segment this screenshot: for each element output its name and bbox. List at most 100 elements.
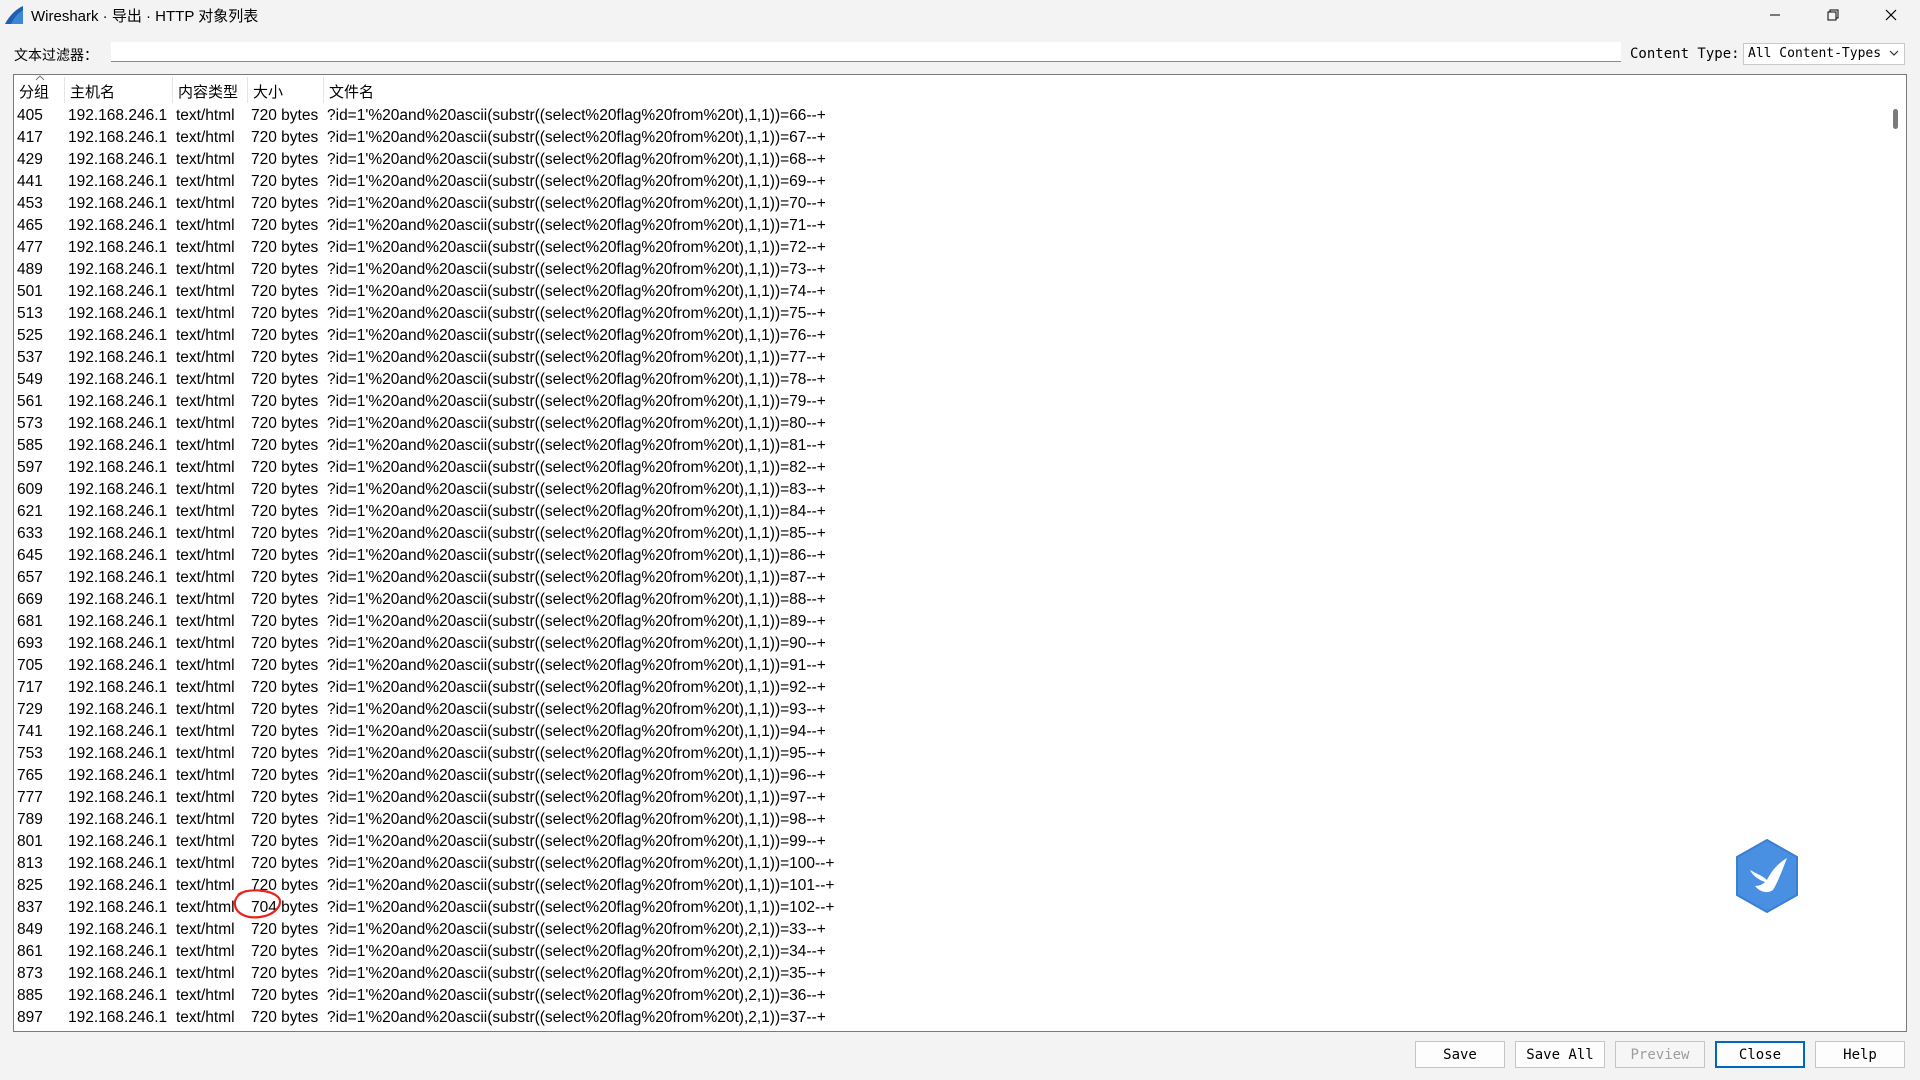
- table-row[interactable]: 633 192.168.246.1 text/html 720 bytes ?id=1'…: [14, 523, 1884, 545]
- table-row[interactable]: 705 192.168.246.1 text/html 720 bytes ?id=1'…: [14, 655, 1884, 677]
- cell-content-type: text/html: [176, 833, 235, 850]
- table-row[interactable]: 465 192.168.246.1 text/html 720 bytes ?id=1'…: [14, 215, 1884, 237]
- cell-filename: ?id=1'%20and%20ascii(substr((select%20fl…: [327, 107, 826, 124]
- table-row[interactable]: 417 192.168.246.1 text/html 720 bytes ?id=1'…: [14, 127, 1884, 149]
- column-separator[interactable]: [64, 77, 65, 103]
- table-row[interactable]: 549 192.168.246.1 text/html 720 bytes ?id=1'…: [14, 369, 1884, 391]
- restore-button[interactable]: [1804, 0, 1862, 30]
- table-row[interactable]: 609 192.168.246.1 text/html 720 bytes ?id=1'…: [14, 479, 1884, 501]
- cell-size: 720 bytes: [251, 921, 319, 938]
- cell-hostname: 192.168.246.1: [68, 569, 168, 586]
- cell-packet: 609: [17, 481, 43, 498]
- cell-size: 720 bytes: [251, 503, 319, 520]
- column-header-hostname[interactable]: 主机名: [70, 81, 115, 102]
- cell-content-type: text/html: [176, 305, 235, 322]
- table-row[interactable]: 693 192.168.246.1 text/html 720 bytes ?id=1'…: [14, 633, 1884, 655]
- cell-content-type: text/html: [176, 899, 235, 916]
- text-filter-input[interactable]: [111, 42, 1621, 62]
- column-separator[interactable]: [247, 77, 248, 103]
- table-row[interactable]: 489 192.168.246.1 text/html 720 bytes ?id=1'…: [14, 259, 1884, 281]
- title-bar: Wireshark · 导出 · HTTP 对象列表: [0, 0, 1920, 30]
- cell-content-type: text/html: [176, 239, 235, 256]
- table-row[interactable]: 801 192.168.246.1 text/html 720 bytes ?id=1'…: [14, 831, 1884, 853]
- column-separator[interactable]: [172, 77, 173, 103]
- table-row[interactable]: 645 192.168.246.1 text/html 720 bytes ?id=1'…: [14, 545, 1884, 567]
- table-row[interactable]: 885 192.168.246.1 text/html 720 bytes ?id=1'…: [14, 985, 1884, 1007]
- column-header-content-type[interactable]: 内容类型: [178, 81, 238, 102]
- table-row[interactable]: 813 192.168.246.1 text/html 720 bytes ?id=1'…: [14, 853, 1884, 875]
- cell-hostname: 192.168.246.1: [68, 129, 168, 146]
- table-row[interactable]: 621 192.168.246.1 text/html 720 bytes ?id=1'…: [14, 501, 1884, 523]
- table-row[interactable]: 849 192.168.246.1 text/html 720 bytes ?id=1'…: [14, 919, 1884, 941]
- column-header-packet[interactable]: 分组: [19, 81, 49, 102]
- cell-content-type: text/html: [176, 635, 235, 652]
- table-row[interactable]: 657 192.168.246.1 text/html 720 bytes ?id=1'…: [14, 567, 1884, 589]
- cell-size: 720 bytes: [251, 349, 319, 366]
- column-separator[interactable]: [323, 77, 324, 103]
- table-row[interactable]: 573 192.168.246.1 text/html 720 bytes ?id=1'…: [14, 413, 1884, 435]
- cell-content-type: text/html: [176, 657, 235, 674]
- table-row[interactable]: 525 192.168.246.1 text/html 720 bytes ?id=1'…: [14, 325, 1884, 347]
- table-row[interactable]: 681 192.168.246.1 text/html 720 bytes ?id=1'…: [14, 611, 1884, 633]
- vertical-scrollbar[interactable]: [1882, 75, 1906, 1031]
- preview-button[interactable]: Preview: [1615, 1041, 1705, 1068]
- table-row[interactable]: 477 192.168.246.1 text/html 720 bytes ?id=1'…: [14, 237, 1884, 259]
- table-row[interactable]: 729 192.168.246.1 text/html 720 bytes ?id=1'…: [14, 699, 1884, 721]
- http-object-list[interactable]: 分组 主机名 内容类型 大小 文件名 405 192.168.246.1 text/…: [13, 74, 1907, 1032]
- table-row[interactable]: 429 192.168.246.1 text/html 720 bytes ?id=1'…: [14, 149, 1884, 171]
- column-header-size[interactable]: 大小: [253, 81, 283, 102]
- save-all-button[interactable]: Save All: [1515, 1041, 1605, 1068]
- cell-hostname: 192.168.246.1: [68, 877, 168, 894]
- table-row[interactable]: 537 192.168.246.1 text/html 720 bytes ?id=1'…: [14, 347, 1884, 369]
- table-row[interactable]: 741 192.168.246.1 text/html 720 bytes ?id=1'…: [14, 721, 1884, 743]
- cell-packet: 789: [17, 811, 43, 828]
- cell-filename: ?id=1'%20and%20ascii(substr((select%20fl…: [327, 371, 826, 388]
- cell-size: 720 bytes: [251, 283, 319, 300]
- table-row[interactable]: 789 192.168.246.1 text/html 720 bytes ?id=1'…: [14, 809, 1884, 831]
- save-button[interactable]: Save: [1415, 1041, 1505, 1068]
- cell-content-type: text/html: [176, 701, 235, 718]
- cell-packet: 873: [17, 965, 43, 982]
- cell-content-type: text/html: [176, 525, 235, 542]
- cell-filename: ?id=1'%20and%20ascii(substr((select%20fl…: [327, 679, 826, 696]
- table-row[interactable]: 765 192.168.246.1 text/html 720 bytes ?id=1'…: [14, 765, 1884, 787]
- table-row[interactable]: 669 192.168.246.1 text/html 720 bytes ?id=1'…: [14, 589, 1884, 611]
- table-row[interactable]: 897 192.168.246.1 text/html 720 bytes ?id=1'…: [14, 1007, 1884, 1029]
- cell-packet: 537: [17, 349, 43, 366]
- table-row[interactable]: 861 192.168.246.1 text/html 720 bytes ?id=1'…: [14, 941, 1884, 963]
- table-row[interactable]: 585 192.168.246.1 text/html 720 bytes ?id=1'…: [14, 435, 1884, 457]
- table-row[interactable]: 597 192.168.246.1 text/html 720 bytes ?id=1'…: [14, 457, 1884, 479]
- cell-filename: ?id=1'%20and%20ascii(substr((select%20fl…: [327, 327, 826, 344]
- cell-hostname: 192.168.246.1: [68, 525, 168, 542]
- column-header-filename[interactable]: 文件名: [329, 81, 374, 102]
- table-row[interactable]: 453 192.168.246.1 text/html 720 bytes ?id=1'…: [14, 193, 1884, 215]
- table-row[interactable]: 513 192.168.246.1 text/html 720 bytes ?id=1'…: [14, 303, 1884, 325]
- bird-logo-icon[interactable]: [1733, 838, 1801, 914]
- cell-packet: 405: [17, 107, 43, 124]
- minimize-button[interactable]: [1746, 0, 1804, 30]
- table-row[interactable]: 717 192.168.246.1 text/html 720 bytes ?id=1'…: [14, 677, 1884, 699]
- help-button[interactable]: Help: [1815, 1041, 1905, 1068]
- table-row[interactable]: 753 192.168.246.1 text/html 720 bytes ?id=1'…: [14, 743, 1884, 765]
- close-button[interactable]: Close: [1715, 1041, 1805, 1068]
- cell-size: 720 bytes: [251, 525, 319, 542]
- cell-hostname: 192.168.246.1: [68, 899, 168, 916]
- table-row[interactable]: 405 192.168.246.1 text/html 720 bytes ?id=1'…: [14, 105, 1884, 127]
- scrollbar-thumb[interactable]: [1893, 109, 1898, 129]
- cell-hostname: 192.168.246.1: [68, 591, 168, 608]
- cell-hostname: 192.168.246.1: [68, 855, 168, 872]
- cell-packet: 645: [17, 547, 43, 564]
- cell-hostname: 192.168.246.1: [68, 613, 168, 630]
- table-row[interactable]: 561 192.168.246.1 text/html 720 bytes ?id=1'…: [14, 391, 1884, 413]
- content-type-select[interactable]: All Content-Types: [1743, 43, 1905, 65]
- close-window-button[interactable]: [1862, 0, 1920, 30]
- cell-filename: ?id=1'%20and%20ascii(substr((select%20fl…: [327, 547, 826, 564]
- table-row[interactable]: 777 192.168.246.1 text/html 720 bytes ?id=1'…: [14, 787, 1884, 809]
- table-row[interactable]: 873 192.168.246.1 text/html 720 bytes ?id=1'…: [14, 963, 1884, 985]
- table-row[interactable]: 837 192.168.246.1 text/html 704 bytes ?id=1'…: [14, 897, 1884, 919]
- table-row[interactable]: 501 192.168.246.1 text/html 720 bytes ?id=1'…: [14, 281, 1884, 303]
- cell-size: 720 bytes: [251, 613, 319, 630]
- cell-hostname: 192.168.246.1: [68, 217, 168, 234]
- table-row[interactable]: 825 192.168.246.1 text/html 720 bytes ?id=1'…: [14, 875, 1884, 897]
- table-row[interactable]: 441 192.168.246.1 text/html 720 bytes ?id=1'…: [14, 171, 1884, 193]
